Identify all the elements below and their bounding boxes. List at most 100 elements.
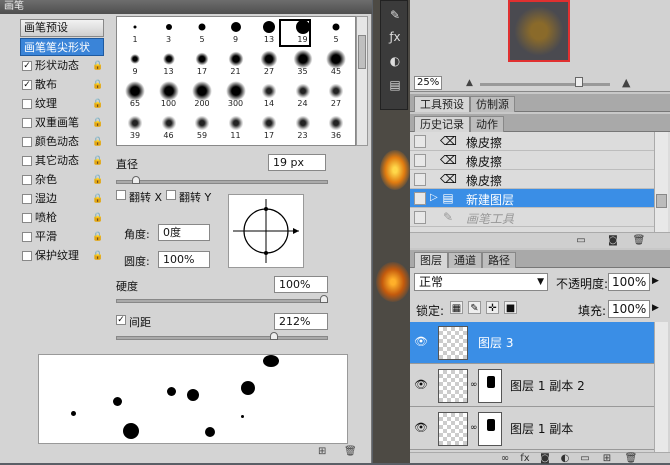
brush-option-checkbox[interactable]: ✓ bbox=[22, 61, 32, 71]
layer-row[interactable]: 👁 ∞ 图层 1 副本 2 bbox=[410, 365, 654, 407]
spacing-checkbox[interactable]: ✓ bbox=[116, 315, 126, 325]
hardness-slider-knob[interactable] bbox=[320, 295, 328, 303]
lock-all-icon[interactable]: ■ bbox=[504, 301, 517, 314]
adjustment-layer-icon[interactable]: ◐ bbox=[558, 453, 572, 465]
new-layer-icon[interactable]: ⊞ bbox=[600, 453, 614, 465]
history-snapshot-source[interactable] bbox=[414, 211, 426, 224]
spacing-field[interactable]: 212% bbox=[274, 313, 328, 330]
mask-icon[interactable]: ◐ bbox=[385, 51, 405, 71]
brush-tip[interactable]: 39 bbox=[119, 115, 151, 141]
brush-tip[interactable]: 100 bbox=[153, 81, 185, 109]
layer-mask-thumbnail[interactable] bbox=[478, 412, 502, 446]
layer-name[interactable]: 图层 1 副本 bbox=[510, 420, 573, 437]
tab-layers[interactable]: 图层 bbox=[414, 252, 448, 268]
spacing-slider-knob[interactable] bbox=[270, 332, 278, 340]
angle-roundness-widget[interactable] bbox=[228, 194, 304, 268]
history-state[interactable]: ✎ 画笔工具 bbox=[410, 208, 654, 227]
hardness-slider[interactable] bbox=[116, 299, 328, 303]
lock-icon[interactable]: 🔒 bbox=[92, 99, 103, 109]
new-group-icon[interactable]: ▭ bbox=[578, 453, 592, 465]
brush-tip[interactable]: 46 bbox=[153, 115, 185, 141]
brush-option-checkbox[interactable]: ✓ bbox=[22, 80, 32, 90]
navigator-thumbnail[interactable] bbox=[508, 0, 570, 62]
brush-option-item[interactable]: 保护纹理 🔒 bbox=[20, 247, 104, 265]
roundness-field[interactable]: 100% bbox=[158, 251, 210, 268]
history-state[interactable]: ▷ ▤ 新建图层 bbox=[410, 189, 654, 208]
scrollbar-thumb[interactable] bbox=[656, 194, 667, 208]
brush-tip[interactable]: 35 bbox=[287, 49, 319, 77]
hardness-field[interactable]: 100% bbox=[274, 276, 328, 293]
brush-option-checkbox[interactable] bbox=[22, 213, 32, 223]
brush-tip[interactable]: 1 bbox=[119, 19, 151, 45]
tab-channels[interactable]: 通道 bbox=[448, 252, 482, 268]
brush-tip[interactable]: 17 bbox=[253, 115, 285, 141]
brush-option-item[interactable]: 平滑 🔒 bbox=[20, 228, 104, 246]
brush-option-item[interactable]: 湿边 🔒 bbox=[20, 190, 104, 208]
opacity-dropdown-icon[interactable]: ▶ bbox=[652, 276, 659, 286]
history-state[interactable]: ⌫ 橡皮擦 bbox=[410, 132, 654, 151]
lock-icon[interactable]: 🔒 bbox=[92, 118, 103, 128]
brush-tip[interactable]: 5 bbox=[320, 19, 352, 45]
camera-icon[interactable]: ◙ bbox=[606, 235, 620, 247]
brush-option-item[interactable]: ✓ 形状动态 🔒 bbox=[20, 57, 104, 75]
brush-option-checkbox[interactable] bbox=[22, 175, 32, 185]
brush-option-item[interactable]: 其它动态 🔒 bbox=[20, 152, 104, 170]
zoom-field[interactable]: 25% bbox=[414, 76, 442, 90]
trash-icon[interactable]: 🗑 bbox=[624, 453, 638, 465]
layer-name[interactable]: 图层 1 副本 2 bbox=[510, 377, 585, 394]
brush-tip[interactable]: 24 bbox=[287, 83, 319, 109]
zoom-out-icon[interactable]: ▲ bbox=[466, 78, 473, 88]
add-mask-icon[interactable]: ◙ bbox=[538, 453, 552, 465]
tab-tool-presets[interactable]: 工具预设 bbox=[414, 96, 470, 112]
link-layers-icon[interactable]: ∞ bbox=[498, 453, 512, 465]
styles-icon[interactable]: ▤ bbox=[385, 75, 405, 95]
brush-tip[interactable]: 17 bbox=[186, 51, 218, 77]
brush-option-checkbox[interactable] bbox=[22, 232, 32, 242]
lock-icon[interactable]: 🔒 bbox=[92, 213, 103, 223]
brush-option-item[interactable]: 双重画笔 🔒 bbox=[20, 114, 104, 132]
flip-y-checkbox[interactable] bbox=[166, 190, 176, 200]
brush-tip[interactable]: 23 bbox=[287, 115, 319, 141]
scrollbar-thumb[interactable] bbox=[358, 35, 366, 69]
history-snapshot-source[interactable] bbox=[414, 154, 426, 167]
tab-history[interactable]: 历史记录 bbox=[414, 116, 470, 132]
lock-icon[interactable]: 🔒 bbox=[92, 175, 103, 185]
layer-thumbnail[interactable] bbox=[438, 412, 468, 446]
history-snapshot-source[interactable] bbox=[414, 135, 426, 148]
brush-tip[interactable]: 59 bbox=[186, 115, 218, 141]
trash-icon[interactable]: 🗑 bbox=[344, 446, 357, 457]
brush-tip[interactable]: 27 bbox=[320, 83, 352, 109]
history-snapshot-source[interactable] bbox=[414, 192, 426, 205]
brush-panel-icon[interactable]: ✎ bbox=[385, 5, 405, 25]
layer-row[interactable]: 👁 图层 3 bbox=[410, 322, 654, 364]
flip-x-checkbox[interactable] bbox=[116, 190, 126, 200]
brush-tip[interactable]: 5 bbox=[186, 19, 218, 45]
opacity-field[interactable]: 100% bbox=[608, 273, 650, 291]
lock-icon[interactable]: 🔒 bbox=[92, 80, 103, 90]
lock-icon[interactable]: 🔒 bbox=[92, 194, 103, 204]
lock-pixels-icon[interactable]: ✎ bbox=[468, 301, 481, 314]
brush-tip[interactable]: 3 bbox=[153, 19, 185, 45]
history-scrollbar[interactable] bbox=[654, 132, 668, 232]
brush-option-checkbox[interactable] bbox=[22, 156, 32, 166]
zoom-in-icon[interactable]: ▲ bbox=[622, 76, 630, 89]
lock-icon[interactable]: 🔒 bbox=[92, 61, 103, 71]
brush-tip[interactable]: 21 bbox=[220, 51, 252, 77]
brush-tip[interactable]: 13 bbox=[253, 19, 285, 45]
angle-field[interactable]: 0度 bbox=[158, 224, 210, 241]
layer-row[interactable]: 👁 ∞ 图层 1 副本 bbox=[410, 408, 654, 450]
brush-option-item[interactable]: ✓ 散布 🔒 bbox=[20, 76, 104, 94]
zoom-slider-knob[interactable] bbox=[575, 77, 583, 87]
brush-tip[interactable]: 14 bbox=[253, 83, 285, 109]
diameter-slider-knob[interactable] bbox=[132, 176, 140, 184]
layers-scrollbar[interactable] bbox=[654, 322, 668, 452]
mask-link-icon[interactable]: ∞ bbox=[470, 380, 478, 390]
clone-source-icon[interactable]: ƒx bbox=[385, 27, 405, 47]
brush-presets-button[interactable]: 画笔预设 bbox=[20, 19, 104, 37]
mask-link-icon[interactable]: ∞ bbox=[470, 423, 478, 433]
brush-option-checkbox[interactable] bbox=[22, 118, 32, 128]
brush-tip[interactable]: 200 bbox=[186, 81, 218, 109]
brush-tip[interactable]: 27 bbox=[253, 50, 285, 77]
brush-option-checkbox[interactable] bbox=[22, 99, 32, 109]
brush-tip[interactable]: 9 bbox=[119, 51, 151, 77]
